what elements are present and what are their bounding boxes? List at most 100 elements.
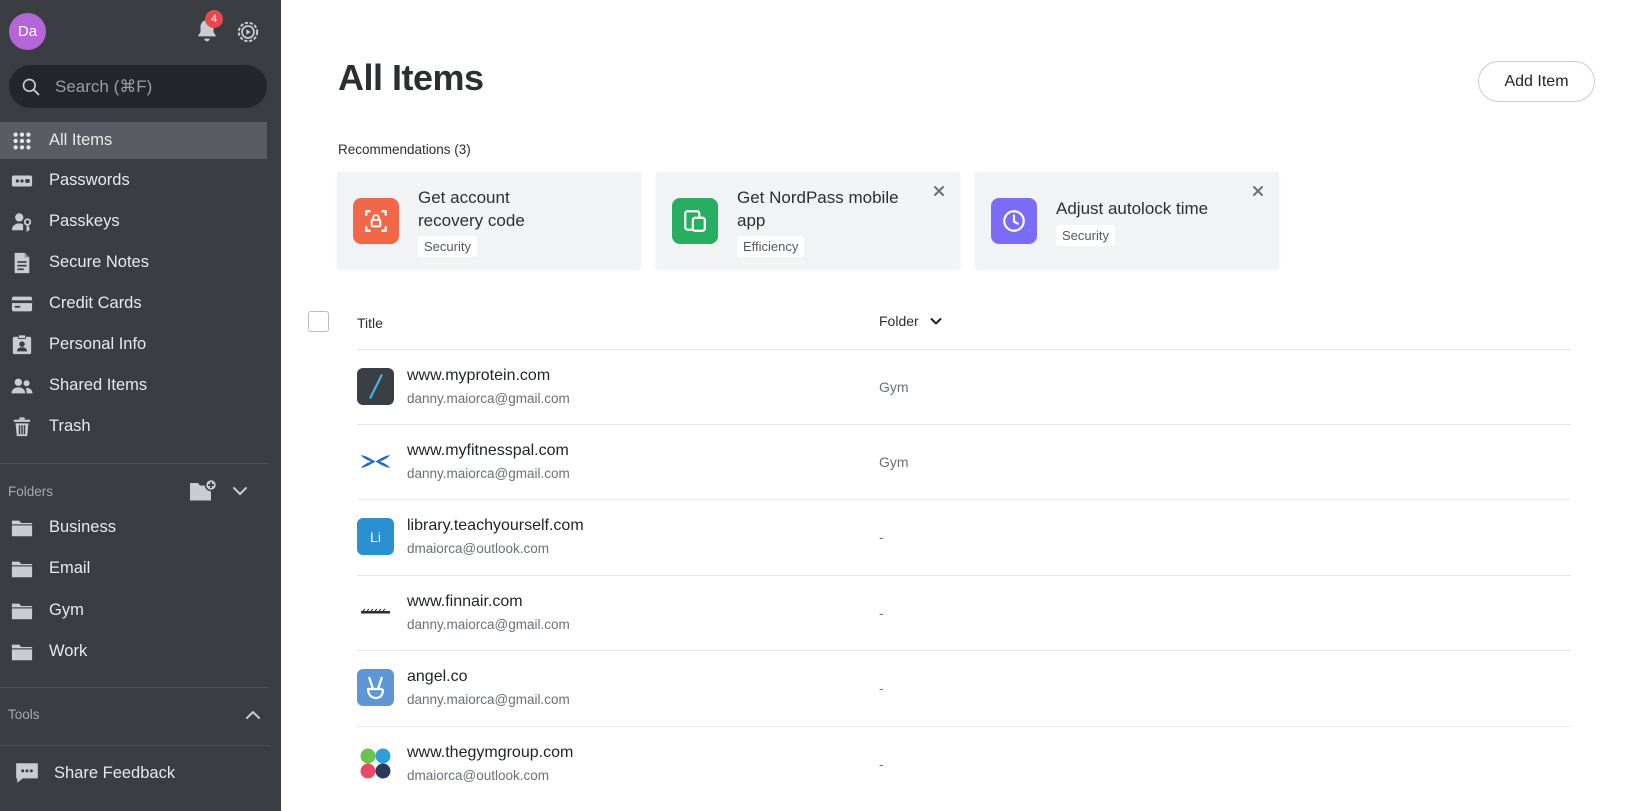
item-username: danny.maiorca@gmail.com (407, 617, 570, 632)
column-header-folder-label: Folder (879, 313, 919, 329)
table-row[interactable]: www.myfitnesspal.com danny.maiorca@gmail… (357, 425, 1571, 500)
item-username: dmaiorca@outlook.com (407, 768, 550, 783)
sidebar-item-label: Personal Info (49, 335, 147, 353)
item-title: www.finnair.com (407, 593, 523, 610)
sidebar-item-label: Shared Items (49, 376, 148, 394)
close-icon[interactable] (1251, 184, 1265, 198)
search-icon (22, 78, 40, 95)
column-header-folder[interactable]: Folder (879, 313, 943, 329)
table-row[interactable]: www.myprotein.com danny.maiorca@gmail.co… (357, 350, 1571, 425)
sidebar: Da 4 All Items Passwords Passkeys (0, 0, 281, 811)
item-folder: - (879, 605, 884, 621)
chevron-down-icon[interactable] (230, 481, 250, 501)
item-username: danny.maiorca@gmail.com (407, 466, 570, 481)
recommendation-tag: Security (418, 236, 477, 257)
column-header-title[interactable]: Title (357, 315, 383, 331)
select-all-checkbox[interactable] (308, 311, 329, 332)
passkey-icon (10, 210, 34, 234)
sidebar-item-passwords[interactable]: Passwords (0, 162, 267, 199)
sidebar-item-label: Secure Notes (49, 253, 149, 271)
angel-logo (357, 669, 394, 706)
item-title: library.teachyourself.com (407, 517, 584, 534)
table-row[interactable]: Li library.teachyourself.com dmaiorca@ou… (357, 500, 1571, 575)
trash-icon (10, 415, 34, 439)
folder-icon (10, 516, 34, 540)
users-icon (10, 374, 34, 398)
grid-icon (10, 129, 34, 153)
sidebar-folder-label: Work (49, 642, 88, 660)
sidebar-divider (0, 745, 270, 746)
letter-avatar-icon: Li (357, 518, 394, 555)
item-folder: - (879, 680, 884, 696)
sidebar-topbar: Da 4 (0, 0, 281, 60)
finnair-logo (357, 594, 394, 631)
table-row[interactable]: www.thegymgroup.com dmaiorca@outlook.com… (357, 727, 1571, 802)
sidebar-folder-gym[interactable]: Gym (0, 592, 267, 629)
recovery-code-icon (353, 198, 399, 244)
folder-icon (10, 640, 34, 664)
recommendation-title: Adjust autolock time (1056, 197, 1256, 220)
notification-badge: 4 (205, 10, 223, 28)
recommendation-card[interactable]: Get account recovery code Security (337, 172, 641, 269)
sidebar-folder-label: Gym (49, 601, 84, 619)
sidebar-item-passkeys[interactable]: Passkeys (0, 203, 267, 240)
item-folder: Gym (879, 454, 909, 470)
chat-bubble-icon (16, 763, 38, 783)
folder-icon (10, 557, 34, 581)
recommendation-tag: Efficiency (737, 236, 805, 257)
recommendation-title: Get NordPass mobile app (737, 186, 937, 232)
search-input[interactable] (55, 76, 235, 97)
gear-icon[interactable] (235, 19, 261, 45)
search-box[interactable] (9, 65, 267, 108)
item-folder: - (879, 529, 884, 545)
recommendation-card[interactable]: Get NordPass mobile app Efficiency (656, 172, 960, 269)
item-title: www.myfitnesspal.com (407, 442, 569, 459)
sidebar-folder-work[interactable]: Work (0, 633, 267, 670)
recommendation-title: Get account recovery code (418, 186, 618, 232)
sidebar-folder-label: Email (49, 559, 91, 577)
sidebar-folder-business[interactable]: Business (0, 509, 267, 546)
credit-card-icon (10, 292, 34, 316)
sidebar-divider (0, 463, 270, 464)
sidebar-item-all-items[interactable]: All Items (0, 122, 267, 159)
recommendation-title-line: recovery code (418, 211, 525, 230)
id-card-icon (10, 333, 34, 357)
item-title: www.thegymgroup.com (407, 744, 574, 761)
page-title: All Items (338, 57, 484, 98)
sidebar-item-shared-items[interactable]: Shared Items (0, 367, 267, 404)
avatar[interactable]: Da (9, 13, 46, 50)
password-icon (10, 169, 34, 193)
add-folder-icon[interactable] (189, 478, 218, 503)
table-row[interactable]: angel.co danny.maiorca@gmail.com - (357, 651, 1571, 726)
sidebar-item-secure-notes[interactable]: Secure Notes (0, 244, 267, 281)
close-icon[interactable] (932, 184, 946, 198)
share-feedback-button[interactable]: Share Feedback (14, 760, 175, 786)
sidebar-folder-label: Business (49, 518, 116, 536)
recommendation-title-line: app (737, 211, 766, 230)
recommendation-title-line: Get account (418, 188, 510, 207)
main-content: All Items Add Item Recommendations (3) G… (281, 0, 1650, 811)
sidebar-item-label: Credit Cards (49, 294, 142, 312)
add-item-button[interactable]: Add Item (1478, 61, 1595, 102)
sidebar-item-credit-cards[interactable]: Credit Cards (0, 285, 267, 322)
recommendation-title-line: Get NordPass mobile (737, 188, 899, 207)
sidebar-item-personal-info[interactable]: Personal Info (0, 326, 267, 363)
sidebar-item-label: Passkeys (49, 212, 120, 230)
item-title: angel.co (407, 668, 468, 685)
sidebar-divider (0, 687, 270, 688)
chevron-down-icon (930, 318, 942, 325)
item-folder: - (879, 756, 884, 772)
chevron-up-icon[interactable] (243, 705, 263, 725)
folder-icon (10, 599, 34, 623)
recommendations-label: Recommendations (3) (338, 142, 471, 157)
sidebar-item-label: All Items (49, 131, 113, 149)
sidebar-item-trash[interactable]: Trash (0, 408, 267, 445)
sidebar-folder-email[interactable]: Email (0, 550, 267, 587)
under-armour-logo (357, 443, 394, 480)
table-row[interactable]: www.finnair.com danny.maiorca@gmail.com … (357, 576, 1571, 651)
recommendation-card[interactable]: Adjust autolock time Security (975, 172, 1279, 269)
item-username: dmaiorca@outlook.com (407, 541, 550, 556)
tools-section-label: Tools (8, 707, 40, 722)
item-username: danny.maiorca@gmail.com (407, 391, 570, 406)
recommendation-tag: Security (1056, 225, 1115, 246)
